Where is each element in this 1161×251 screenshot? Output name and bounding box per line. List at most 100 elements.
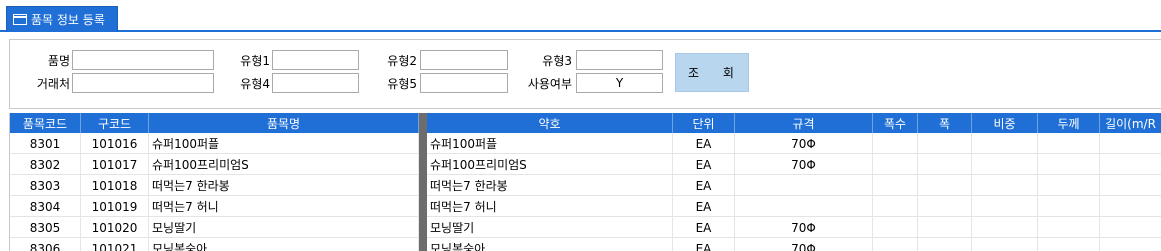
- row-splitter[interactable]: [419, 175, 427, 196]
- table-row[interactable]: 8306 101021 모닝복숭아 모닝복숭아 EA 70Φ: [10, 238, 1161, 251]
- row-splitter[interactable]: [419, 238, 427, 251]
- cell-width[interactable]: [918, 133, 972, 154]
- cell-thickness[interactable]: [1038, 175, 1100, 196]
- cell-old-code[interactable]: 101019: [81, 196, 149, 217]
- cell-abbr[interactable]: 떠먹는7 한라봉: [427, 175, 673, 196]
- cell-length[interactable]: [1100, 133, 1161, 154]
- row-splitter[interactable]: [419, 217, 427, 238]
- cell-width[interactable]: [918, 175, 972, 196]
- cell-item-name[interactable]: 떠먹는7 허니: [149, 196, 419, 217]
- cell-old-code[interactable]: 101020: [81, 217, 149, 238]
- row-splitter[interactable]: [419, 133, 427, 154]
- search-button[interactable]: 조 회: [675, 53, 749, 92]
- cell-unit[interactable]: EA: [673, 133, 735, 154]
- table-row[interactable]: 8304 101019 떠먹는7 허니 떠먹는7 허니 EA: [10, 196, 1161, 217]
- column-header-length[interactable]: 길이(m/R: [1100, 113, 1161, 133]
- cell-spec[interactable]: [735, 196, 873, 217]
- client-input[interactable]: [72, 73, 214, 93]
- cell-item-name[interactable]: 모닝딸기: [149, 217, 419, 238]
- cell-gravity[interactable]: [972, 196, 1038, 217]
- cell-width[interactable]: [918, 196, 972, 217]
- item-name-input[interactable]: [72, 50, 214, 70]
- cell-length[interactable]: [1100, 175, 1161, 196]
- cell-code[interactable]: 8305: [10, 217, 81, 238]
- type4-input[interactable]: [272, 73, 359, 93]
- type2-input[interactable]: [420, 50, 508, 70]
- cell-gravity[interactable]: [972, 238, 1038, 251]
- cell-abbr[interactable]: 모닝딸기: [427, 217, 673, 238]
- table-row[interactable]: 8301 101016 슈퍼100퍼플 슈퍼100퍼플 EA 70Φ: [10, 133, 1161, 154]
- cell-code[interactable]: 8304: [10, 196, 81, 217]
- cell-length[interactable]: [1100, 217, 1161, 238]
- column-header-width[interactable]: 폭: [918, 113, 972, 133]
- cell-length[interactable]: [1100, 238, 1161, 251]
- cell-thickness[interactable]: [1038, 154, 1100, 175]
- cell-thickness[interactable]: [1038, 196, 1100, 217]
- cell-width-count[interactable]: [873, 133, 918, 154]
- cell-width-count[interactable]: [873, 154, 918, 175]
- cell-length[interactable]: [1100, 154, 1161, 175]
- table-row[interactable]: 8305 101020 모닝딸기 모닝딸기 EA 70Φ: [10, 217, 1161, 238]
- cell-unit[interactable]: EA: [673, 175, 735, 196]
- table-row[interactable]: 8303 101018 떠먹는7 한라봉 떠먹는7 한라봉 EA: [10, 175, 1161, 196]
- column-header-old-code[interactable]: 구코드: [81, 113, 149, 133]
- cell-old-code[interactable]: 101017: [81, 154, 149, 175]
- row-splitter[interactable]: [419, 196, 427, 217]
- type1-input[interactable]: [272, 50, 359, 70]
- type5-input[interactable]: [420, 73, 508, 93]
- cell-code[interactable]: 8302: [10, 154, 81, 175]
- column-header-unit[interactable]: 단위: [673, 113, 735, 133]
- type3-input[interactable]: [576, 50, 663, 70]
- column-header-spec[interactable]: 규격: [735, 113, 873, 133]
- cell-abbr[interactable]: 떠먹는7 허니: [427, 196, 673, 217]
- cell-thickness[interactable]: [1038, 133, 1100, 154]
- cell-abbr[interactable]: 모닝복숭아: [427, 238, 673, 251]
- cell-spec[interactable]: [735, 175, 873, 196]
- cell-gravity[interactable]: [972, 175, 1038, 196]
- cell-gravity[interactable]: [972, 154, 1038, 175]
- cell-gravity[interactable]: [972, 133, 1038, 154]
- cell-abbr[interactable]: 슈퍼100프리미엄S: [427, 154, 673, 175]
- column-header-gravity[interactable]: 비중: [972, 113, 1038, 133]
- cell-item-name[interactable]: 슈퍼100프리미엄S: [149, 154, 419, 175]
- use-yn-input[interactable]: [576, 73, 663, 93]
- cell-item-name[interactable]: 슈퍼100퍼플: [149, 133, 419, 154]
- cell-spec[interactable]: 70Φ: [735, 238, 873, 251]
- table-row[interactable]: 8302 101017 슈퍼100프리미엄S 슈퍼100프리미엄S EA 70Φ: [10, 154, 1161, 175]
- row-splitter[interactable]: [419, 154, 427, 175]
- cell-thickness[interactable]: [1038, 217, 1100, 238]
- cell-item-name[interactable]: 모닝복숭아: [149, 238, 419, 251]
- cell-gravity[interactable]: [972, 217, 1038, 238]
- cell-width-count[interactable]: [873, 238, 918, 251]
- cell-width-count[interactable]: [873, 175, 918, 196]
- cell-unit[interactable]: EA: [673, 196, 735, 217]
- cell-thickness[interactable]: [1038, 238, 1100, 251]
- column-splitter[interactable]: [419, 113, 427, 133]
- cell-unit[interactable]: EA: [673, 154, 735, 175]
- cell-width-count[interactable]: [873, 196, 918, 217]
- cell-spec[interactable]: 70Φ: [735, 217, 873, 238]
- column-header-thickness[interactable]: 두께: [1038, 113, 1100, 133]
- cell-old-code[interactable]: 101021: [81, 238, 149, 251]
- cell-spec[interactable]: 70Φ: [735, 133, 873, 154]
- cell-width-count[interactable]: [873, 217, 918, 238]
- cell-unit[interactable]: EA: [673, 238, 735, 251]
- tab-item-registration[interactable]: 품목 정보 등록: [6, 6, 118, 32]
- cell-width[interactable]: [918, 154, 972, 175]
- cell-code[interactable]: 8301: [10, 133, 81, 154]
- cell-old-code[interactable]: 101016: [81, 133, 149, 154]
- cell-code[interactable]: 8306: [10, 238, 81, 251]
- cell-item-name[interactable]: 떠먹는7 한라봉: [149, 175, 419, 196]
- cell-abbr[interactable]: 슈퍼100퍼플: [427, 133, 673, 154]
- column-header-item-name[interactable]: 품목명: [149, 113, 419, 133]
- cell-length[interactable]: [1100, 196, 1161, 217]
- cell-width[interactable]: [918, 217, 972, 238]
- cell-old-code[interactable]: 101018: [81, 175, 149, 196]
- cell-spec[interactable]: 70Φ: [735, 154, 873, 175]
- cell-width[interactable]: [918, 238, 972, 251]
- column-header-abbr[interactable]: 약호: [427, 113, 673, 133]
- cell-code[interactable]: 8303: [10, 175, 81, 196]
- column-header-width-count[interactable]: 폭수: [873, 113, 918, 133]
- cell-unit[interactable]: EA: [673, 217, 735, 238]
- column-header-code[interactable]: 품목코드: [10, 113, 81, 133]
